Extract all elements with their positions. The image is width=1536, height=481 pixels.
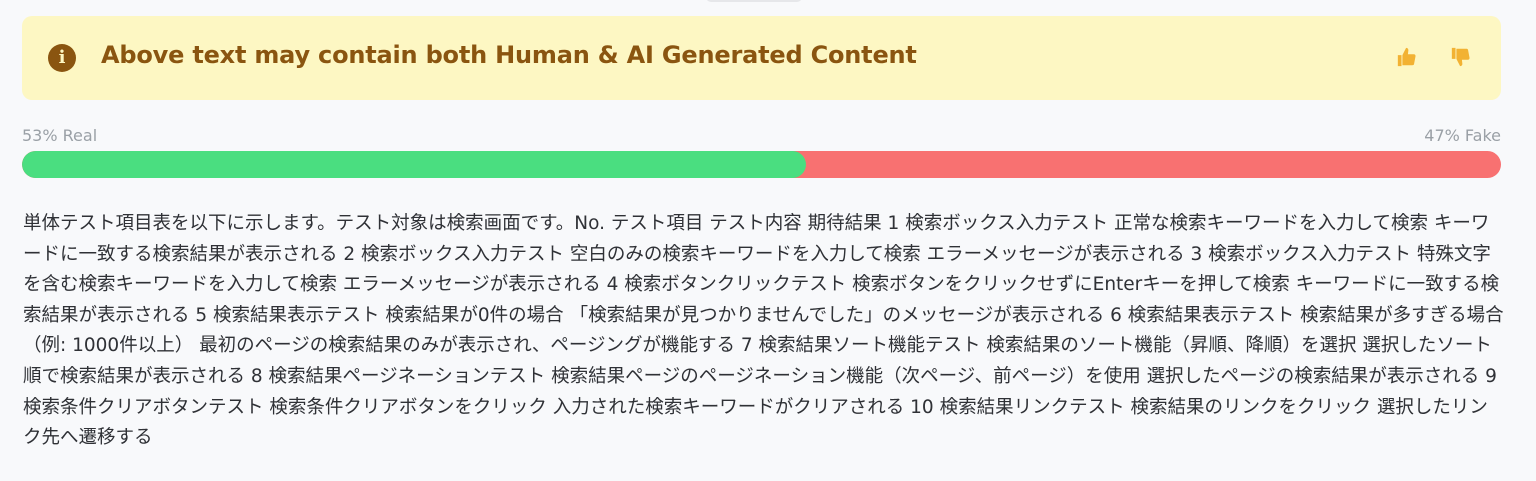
real-portion-fill — [22, 151, 806, 178]
info-icon: i — [48, 44, 76, 72]
real-fake-progress-bar — [22, 151, 1501, 178]
banner-message: Above text may contain both Human & AI G… — [101, 41, 917, 69]
real-percentage-label: 53% Real — [22, 126, 98, 145]
top-tab-handle — [706, 0, 802, 2]
ai-content-banner: i Above text may contain both Human & AI… — [22, 16, 1501, 100]
thumbs-up-icon[interactable] — [1396, 46, 1418, 68]
thumbs-down-icon[interactable] — [1450, 46, 1472, 68]
analyzed-text: 単体テスト項目表を以下に示します。テスト対象は検索画面です。No. テスト項目 … — [23, 213, 1504, 449]
fake-percentage-label: 47% Fake — [1424, 126, 1501, 145]
